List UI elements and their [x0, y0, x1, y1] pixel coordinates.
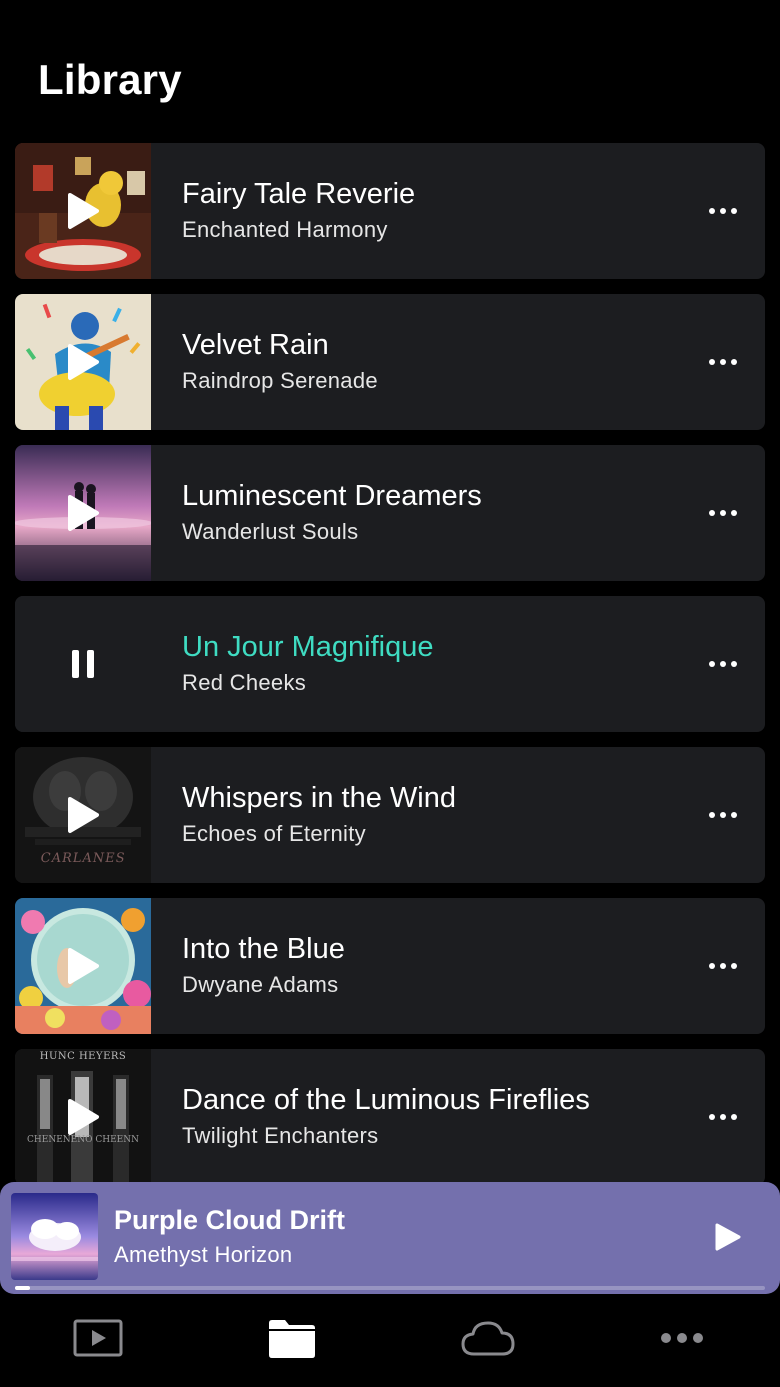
more-options-icon[interactable] [703, 501, 743, 525]
pause-icon[interactable] [63, 644, 103, 684]
more-options-icon[interactable] [703, 803, 743, 827]
track-artist: Red Cheeks [182, 670, 307, 695]
now-playing-artist: Amethyst Horizon [114, 1242, 293, 1267]
more-options-icon[interactable] [703, 954, 743, 978]
track-row-active[interactable]: Un Jour Magnifique Red Cheeks [15, 596, 765, 732]
track-list: Fairy Tale Reverie Enchanted Harmony Vel… [15, 143, 765, 1183]
more-horizontal-icon [660, 1331, 704, 1349]
folder-icon [266, 1317, 318, 1364]
play-icon[interactable] [63, 1097, 103, 1137]
play-icon[interactable] [63, 493, 103, 533]
more-options-icon[interactable] [703, 350, 743, 374]
album-art [15, 898, 151, 1034]
tab-cloud[interactable] [458, 1318, 518, 1362]
more-options-icon[interactable] [703, 652, 743, 676]
track-artist: Wanderlust Souls [182, 519, 359, 544]
playback-progress-fill [15, 1286, 30, 1290]
track-artist: Dwyane Adams [182, 972, 339, 997]
more-options-icon[interactable] [703, 199, 743, 223]
tab-bar [0, 1296, 780, 1387]
track-row[interactable]: Into the Blue Dwyane Adams [15, 898, 765, 1034]
tab-player[interactable] [68, 1318, 128, 1362]
album-art-text: CARLANES [39, 851, 127, 866]
track-row[interactable]: HUNC HEYERS CHENENENO CHEENN Dance of th… [15, 1049, 765, 1183]
track-title: Luminescent Dreamers [182, 480, 482, 512]
album-art: HUNC HEYERS CHENENENO CHEENN [15, 1049, 151, 1183]
track-title: Whispers in the Wind [182, 782, 456, 814]
album-art [15, 445, 151, 581]
now-playing-title: Purple Cloud Drift [114, 1205, 345, 1235]
track-title: Velvet Rain [182, 329, 329, 361]
play-icon[interactable] [712, 1222, 742, 1252]
play-icon[interactable] [63, 795, 103, 835]
album-art [15, 143, 151, 279]
track-title: Dance of the Luminous Fireflies [182, 1084, 590, 1116]
album-art [15, 596, 151, 732]
cloud-icon [459, 1318, 517, 1363]
track-artist: Twilight Enchanters [182, 1123, 379, 1148]
album-art: CARLANES [15, 747, 151, 883]
play-square-icon [72, 1318, 124, 1363]
play-icon[interactable] [63, 946, 103, 986]
track-title: Fairy Tale Reverie [182, 178, 416, 210]
album-art-text: HUNC HEYERS [39, 1051, 127, 1062]
track-title: Into the Blue [182, 933, 345, 965]
now-playing-bar[interactable]: Purple Cloud Drift Amethyst Horizon [0, 1182, 780, 1294]
tab-library[interactable] [262, 1318, 322, 1362]
more-options-icon[interactable] [703, 1105, 743, 1129]
album-art [15, 294, 151, 430]
track-title: Un Jour Magnifique [182, 631, 434, 663]
play-icon[interactable] [63, 342, 103, 382]
track-row[interactable]: CARLANES Whispers in the Wind Echoes of … [15, 747, 765, 883]
track-artist: Enchanted Harmony [182, 217, 388, 242]
track-artist: Raindrop Serenade [182, 368, 378, 393]
track-artist: Echoes of Eternity [182, 821, 366, 846]
tab-more[interactable] [652, 1318, 712, 1362]
track-row[interactable]: Luminescent Dreamers Wanderlust Souls [15, 445, 765, 581]
playback-progress[interactable] [15, 1286, 765, 1290]
play-icon[interactable] [63, 191, 103, 231]
page-title: Library [38, 56, 182, 103]
track-row[interactable]: Velvet Rain Raindrop Serenade [15, 294, 765, 430]
track-row[interactable]: Fairy Tale Reverie Enchanted Harmony [15, 143, 765, 279]
now-playing-art [11, 1193, 98, 1280]
